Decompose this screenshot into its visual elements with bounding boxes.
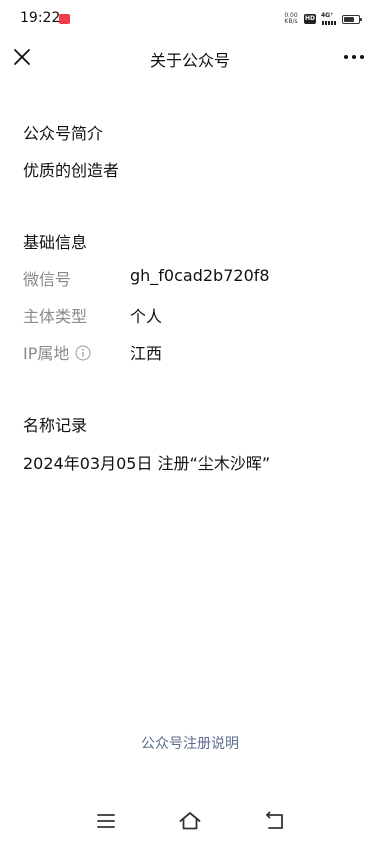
ip-location-value: 江西 (130, 344, 163, 363)
back-icon (266, 811, 283, 829)
entity-type-label: 主体类型 (23, 303, 87, 327)
home-icon (179, 812, 201, 830)
more-icon (344, 55, 364, 59)
status-indicators: 0.00 KB/s HD 4G⁺ (283, 12, 362, 26)
info-icon[interactable] (75, 345, 91, 361)
more-button[interactable] (342, 45, 366, 69)
menu-button[interactable] (94, 809, 118, 833)
ip-location-label: IP属地 (23, 340, 91, 364)
status-time: 19:22 (20, 10, 61, 26)
registration-info-link[interactable]: 公众号注册说明 (0, 733, 380, 753)
network-speed-unit: KB/s (284, 18, 298, 25)
entity-type-value: 个人 (130, 307, 163, 326)
name-history-entry: 2024年03月05日 注册“尘木沙晖” (23, 454, 271, 473)
back-button[interactable] (263, 809, 287, 833)
wechat-id-label: 微信号 (23, 266, 71, 290)
network-type-label: 4G⁺ (321, 12, 334, 19)
menu-icon (97, 814, 115, 828)
wechat-id-label-text: 微信号 (23, 270, 72, 289)
status-bar: 19:22 0.00 KB/s HD 4G⁺ (0, 0, 380, 38)
hd-icon: HD (304, 14, 316, 24)
notification-app-icon (59, 14, 70, 24)
home-button[interactable] (178, 809, 202, 833)
battery-level (344, 16, 354, 22)
intro-heading: 公众号简介 (23, 124, 104, 143)
wechat-id-value: gh_f0cad2b720f8 (130, 266, 270, 285)
system-nav-bar (0, 806, 380, 836)
signal-bars (322, 21, 336, 25)
nav-bar: 关于公众号 (0, 38, 380, 76)
network-speed: 0.00 KB/s (283, 13, 299, 25)
battery-icon (342, 14, 362, 24)
page-title: 关于公众号 (149, 51, 230, 70)
basic-info-heading: 基础信息 (23, 233, 88, 252)
ip-location-label-text: IP属地 (23, 344, 70, 363)
name-history-heading: 名称记录 (23, 416, 88, 435)
signal-icon: 4G⁺ (321, 12, 337, 25)
intro-text: 优质的创造者 (23, 161, 120, 180)
entity-type-label-text: 主体类型 (23, 307, 88, 326)
